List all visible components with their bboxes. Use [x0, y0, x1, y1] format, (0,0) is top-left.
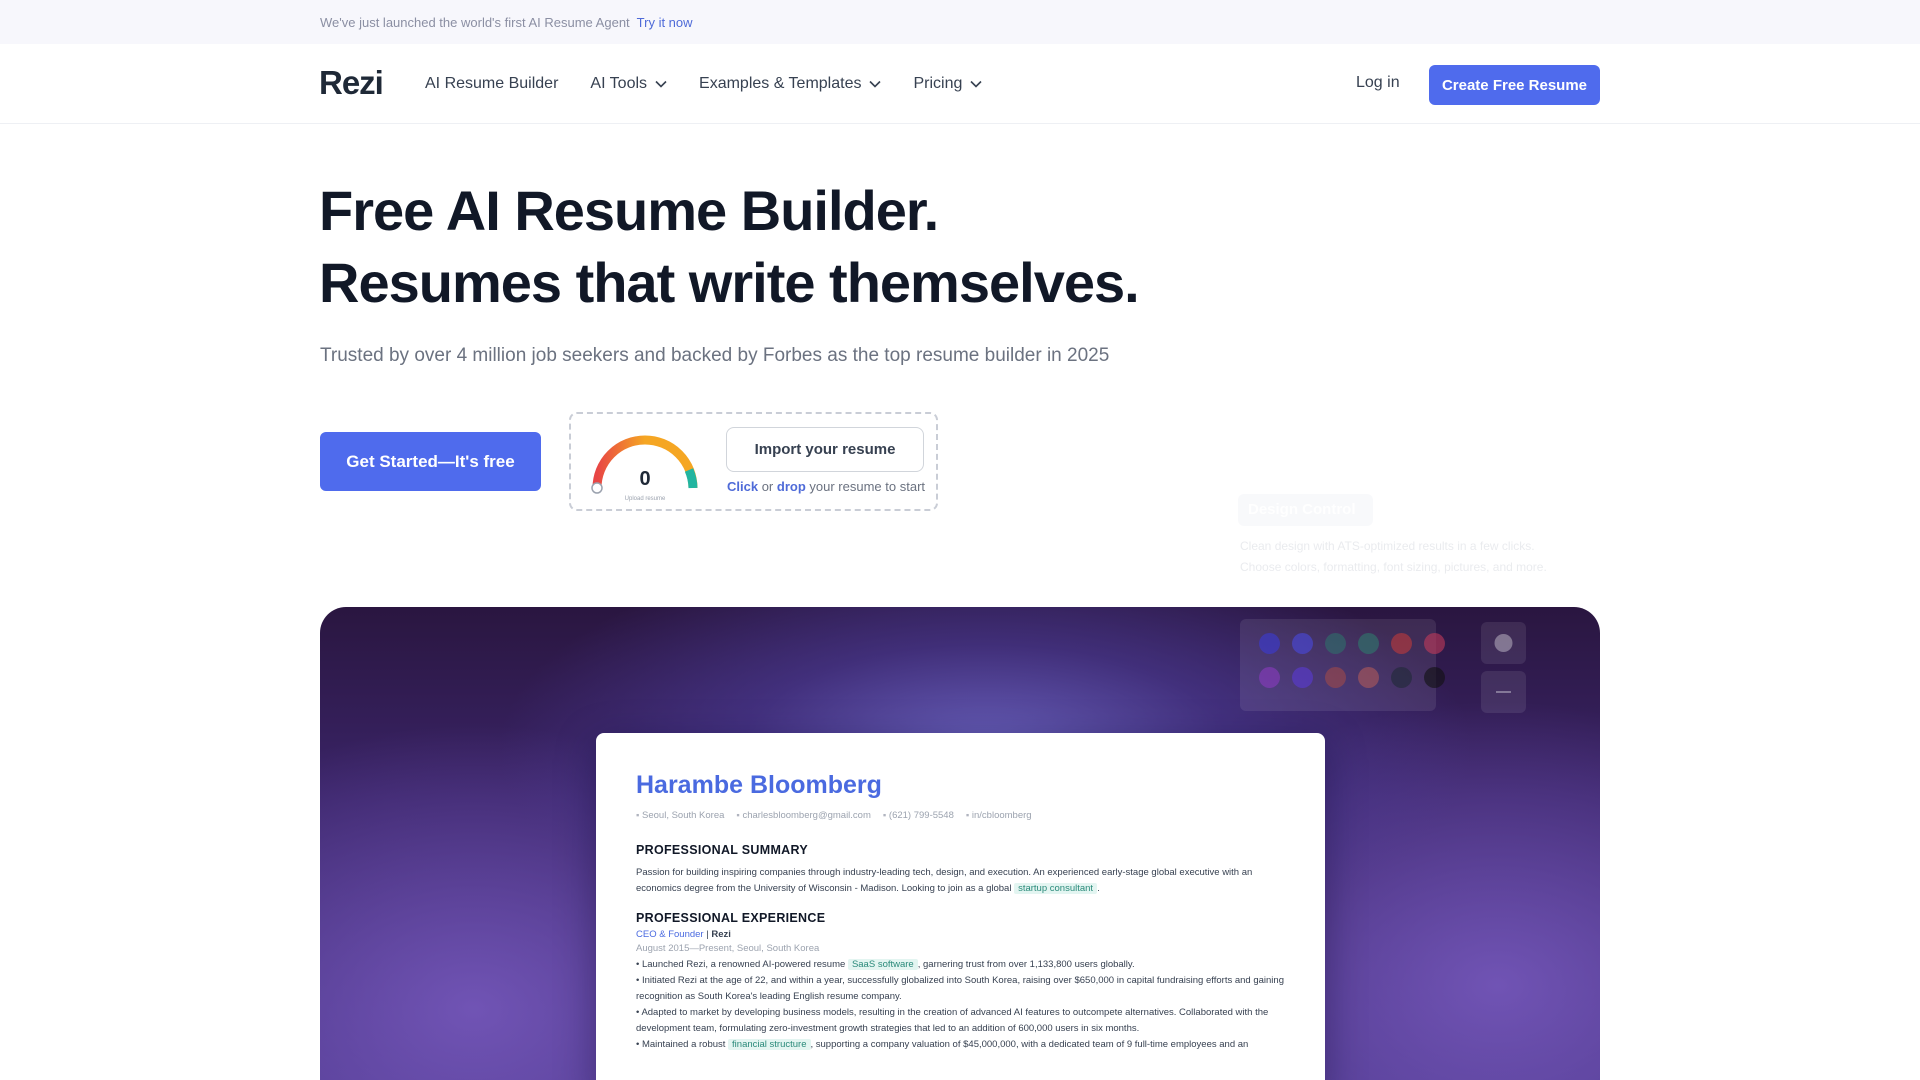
color-swatch[interactable] [1358, 667, 1379, 688]
resume-showcase: Harambe Bloomberg Seoul, South Korea cha… [320, 607, 1600, 1080]
resume-preview: Harambe Bloomberg Seoul, South Korea cha… [596, 733, 1325, 1080]
bullet-text: • Maintained a robust [636, 1039, 726, 1050]
summary-text: Passion for building inspiring companies… [636, 865, 1285, 897]
role-title: CEO & Founder [636, 929, 704, 940]
import-resume-button[interactable]: Import your resume [726, 427, 924, 472]
color-swatch[interactable] [1259, 667, 1280, 688]
resume-phone: (621) 799-5548 [883, 810, 954, 821]
color-picker-panel [1240, 619, 1445, 711]
design-control-description: Clean design with ATS-optimized results … [1240, 539, 1547, 574]
top-navigation: Rezi AI Resume Builder AI Tools Examples… [0, 44, 1920, 124]
resume-contact: Seoul, South Korea charlesbloomberg@gmai… [636, 810, 1285, 821]
get-started-button[interactable]: Get Started—It's free [320, 432, 541, 491]
summary-body: Passion for building inspiring companies… [636, 867, 1253, 894]
hint-or: or [761, 479, 774, 494]
nav-item-label: Pricing [913, 75, 963, 92]
hero-subline: Trusted by over 4 million job seekers an… [320, 345, 1110, 366]
minus-icon [1496, 691, 1511, 693]
nav-item-pricing[interactable]: Pricing [913, 75, 982, 93]
nav-item-examples-templates[interactable]: Examples & Templates [699, 75, 882, 93]
profile-picture-button[interactable] [1481, 622, 1526, 664]
resume-location: Seoul, South Korea [636, 810, 724, 821]
import-hint: Click or drop your resume to start [727, 479, 925, 494]
create-free-resume-button[interactable]: Create Free Resume [1429, 65, 1600, 105]
bullet-text: , supporting a company valuation of $45,… [810, 1039, 1249, 1050]
experience-bullets: • Launched Rezi, a renowned AI-powered r… [636, 957, 1285, 1053]
resume-dropzone[interactable]: 0 Upload resume Import your resume Click… [569, 412, 938, 511]
bullet-highlight: financial structure [728, 1039, 811, 1050]
nav-item-ai-resume-builder[interactable]: AI Resume Builder [425, 75, 558, 93]
chevron-down-icon [655, 80, 667, 88]
resume-score-gauge: 0 Upload resume [585, 430, 705, 502]
color-swatch[interactable] [1325, 633, 1346, 654]
drop-action[interactable]: drop [777, 479, 806, 494]
design-control-title: Design Control [1238, 494, 1373, 526]
experience-dates: August 2015—Present, Seoul, South Korea [636, 943, 820, 954]
color-swatch[interactable] [1358, 633, 1379, 654]
nav-menu: AI Resume Builder AI Tools Examples & Te… [425, 44, 1014, 124]
company-name: Rezi [711, 929, 731, 940]
bullet-item: • Launched Rezi, a renowned AI-powered r… [636, 957, 1285, 973]
nav-item-ai-tools[interactable]: AI Tools [590, 75, 667, 93]
color-swatch[interactable] [1424, 633, 1445, 654]
announcement-content: We've just launched the world's first AI… [320, 0, 693, 44]
color-swatch[interactable] [1391, 633, 1412, 654]
announcement-bar: We've just launched the world's first AI… [0, 0, 1920, 44]
bullet-text: • Launched Rezi, a renowned AI-powered r… [636, 959, 846, 970]
resume-linkedin: in/cbloomberg [966, 810, 1032, 821]
bullet-item: • Initiated Rezi at the age of 22, and w… [636, 975, 1284, 1002]
chevron-down-icon [869, 80, 882, 88]
resume-score-caption: Upload resume [624, 496, 666, 502]
experience-role: CEO & Founder | Rezi [636, 929, 1285, 940]
hero-headline: Free AI Resume Builder. Resumes that wri… [319, 175, 1140, 319]
chevron-down-icon [970, 80, 982, 88]
bullet-text: , garnering trust from over 1,133,800 us… [917, 959, 1135, 970]
resume-email: charlesbloomberg@gmail.com [736, 810, 870, 821]
color-swatch[interactable] [1259, 633, 1280, 654]
color-swatch[interactable] [1292, 633, 1313, 654]
nav-item-label: AI Resume Builder [425, 75, 559, 92]
nav-item-label: Examples & Templates [699, 75, 862, 92]
summary-highlight: startup consultant [1014, 883, 1098, 894]
minus-button[interactable] [1481, 671, 1526, 713]
resume-score-value: 0 [639, 468, 651, 490]
summary-heading: PROFESSIONAL SUMMARY [636, 843, 808, 857]
rezi-logo[interactable]: Rezi [319, 64, 384, 102]
headline-line-1: Free AI Resume Builder. [319, 179, 939, 242]
color-swatch[interactable] [1424, 667, 1445, 688]
experience-heading: PROFESSIONAL EXPERIENCE [636, 911, 826, 925]
user-icon [1494, 634, 1513, 652]
color-swatch[interactable] [1391, 667, 1412, 688]
summary-end: . [1097, 883, 1100, 894]
headline-line-2: Resumes that write themselves. [319, 251, 1140, 314]
bullet-highlight: SaaS software [847, 959, 918, 970]
click-action[interactable]: Click [727, 479, 758, 494]
color-swatch[interactable] [1292, 667, 1313, 688]
bullet-item: • Maintained a robust financial structur… [636, 1037, 1285, 1053]
color-swatch[interactable] [1325, 667, 1346, 688]
announcement-text: We've just launched the world's first AI… [320, 14, 630, 30]
nav-item-label: AI Tools [590, 75, 648, 92]
hint-rest: your resume to start [809, 479, 926, 494]
try-it-now-link[interactable]: Try it now [637, 15, 693, 30]
resume-name: Harambe Bloomberg [636, 771, 882, 799]
login-link[interactable]: Log in [1356, 74, 1400, 92]
bullet-item: • Adapted to market by developing busine… [636, 1007, 1269, 1034]
